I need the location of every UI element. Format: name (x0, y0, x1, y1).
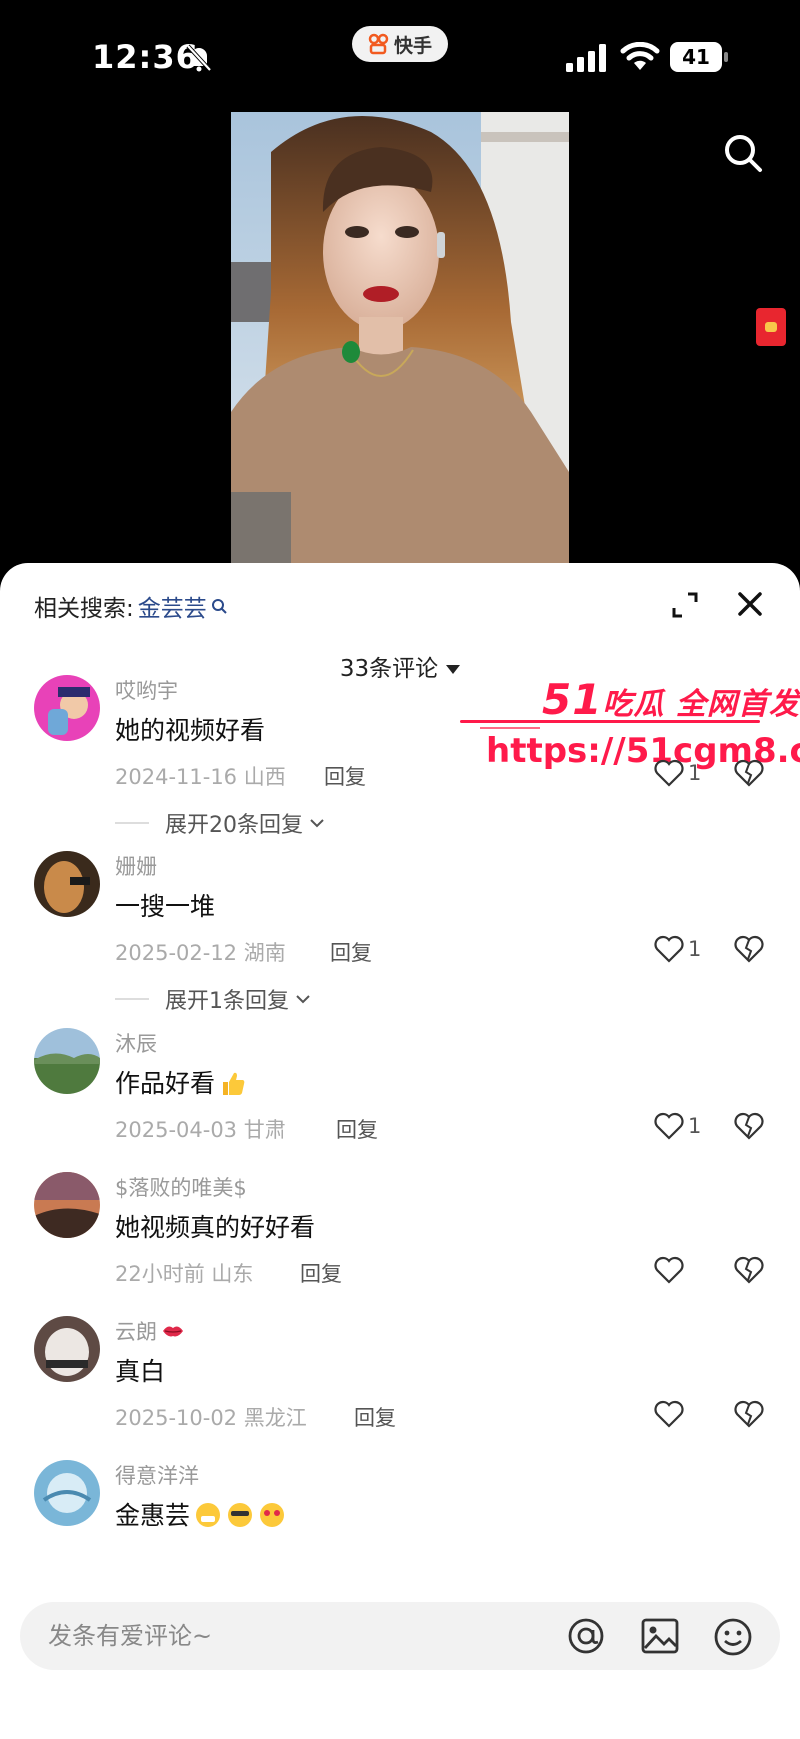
close-icon[interactable] (736, 590, 764, 618)
expand-replies-label: 展开20条回复 (165, 813, 303, 838)
avatar[interactable] (34, 851, 100, 917)
thumbs-up-emoji-icon (223, 1072, 245, 1095)
status-bar: 12:36 快手 41 (0, 0, 800, 110)
battery-level: 41 (670, 42, 722, 72)
search-icon[interactable] (722, 132, 764, 174)
search-icon (211, 599, 227, 614)
avatar[interactable] (34, 1028, 100, 1094)
heart-icon[interactable] (654, 759, 684, 787)
comment-username[interactable]: 姗姗 (115, 851, 157, 881)
broken-heart-icon[interactable] (734, 935, 764, 963)
like-count: 1 (688, 1114, 702, 1138)
battery-cap (724, 52, 728, 62)
comment-text: 一搜一堆 (115, 892, 216, 921)
comments-sheet: 相关搜索: 金芸芸 33条评论 51吃瓜 全网首发 https://51cgm8… (0, 563, 800, 1739)
comment-text-content: 金惠芸 (115, 1501, 191, 1530)
battery-indicator: 41 (670, 42, 728, 72)
comment-text: 作品好看 (115, 1064, 247, 1100)
comment-text: 金惠芸 (115, 1496, 286, 1532)
broken-heart-icon[interactable] (734, 759, 764, 787)
comment-text: 真白 (115, 1357, 166, 1386)
reply-button[interactable]: 回复 (336, 1114, 378, 1144)
app-name: 快手 (393, 34, 432, 57)
reply-button[interactable]: 回复 (324, 761, 366, 791)
like-count: 1 (688, 937, 702, 961)
comment-meta: 2025-02-12 湖南 (115, 941, 286, 965)
chevron-down-icon (310, 819, 324, 828)
video-frame-image (231, 112, 569, 565)
comment-text: 她视频真的好好看 (115, 1213, 316, 1242)
heart-icon[interactable] (654, 1256, 684, 1284)
bell-muted-icon (186, 44, 212, 72)
lips-emoji-icon (163, 1326, 183, 1337)
comment-meta: 22小时前 山东 (115, 1262, 254, 1286)
comment-username-text: 云朗 (115, 1320, 157, 1344)
heart-icon[interactable] (654, 1400, 684, 1428)
comment-username[interactable]: 得意洋洋 (115, 1460, 199, 1490)
broken-heart-icon[interactable] (734, 1112, 764, 1140)
comment-input[interactable] (48, 1602, 528, 1670)
wifi-icon (620, 42, 660, 70)
image-icon[interactable] (640, 1616, 680, 1656)
comment-username[interactable]: 哎哟宇 (115, 675, 178, 705)
heart-eyes-emoji-icon (260, 1503, 285, 1527)
comment-input-bar (20, 1602, 780, 1670)
avatar[interactable] (34, 1460, 100, 1526)
comment-text: 她的视频好看 (115, 716, 266, 745)
comment-username[interactable]: 沐辰 (115, 1028, 157, 1058)
expand-replies-label: 展开1条回复 (165, 989, 289, 1014)
watermark-brand: 51吃瓜 全网首发 (542, 675, 800, 724)
red-packet-icon[interactable] (756, 308, 786, 346)
related-search-prefix: 相关搜索: (34, 596, 134, 622)
avatar[interactable] (34, 675, 100, 741)
cellular-signal-icon (566, 44, 606, 72)
comment-username[interactable]: $落败的唯美$ (115, 1172, 247, 1202)
divider (115, 998, 149, 1000)
emoji-icon[interactable] (712, 1616, 754, 1658)
comment-meta: 2025-04-03 甘肃 (115, 1118, 286, 1142)
grin-emoji-icon (196, 1503, 221, 1527)
broken-heart-icon[interactable] (734, 1400, 764, 1428)
at-icon[interactable] (566, 1616, 606, 1656)
reply-button[interactable]: 回复 (300, 1258, 342, 1288)
comment-count: 33条评论 (339, 656, 439, 682)
watermark-line (480, 727, 540, 729)
kuaishou-logo-icon (368, 33, 389, 55)
related-search[interactable]: 相关搜索: 金芸芸 (34, 589, 227, 623)
dropdown-caret-icon (446, 665, 461, 674)
comment-item: 得意洋洋 金惠芸 (0, 1426, 800, 1596)
comment-meta: 2024-11-16 山西 (115, 765, 286, 789)
heart-icon[interactable] (654, 935, 684, 963)
comment-text-content: 作品好看 (115, 1069, 216, 1098)
like-count: 1 (688, 761, 702, 785)
broken-heart-icon[interactable] (734, 1256, 764, 1284)
expand-replies-button[interactable]: 展开20条回复 (115, 807, 325, 839)
divider (115, 822, 149, 824)
sunglasses-emoji-icon (228, 1503, 253, 1527)
reply-button[interactable]: 回复 (330, 937, 372, 967)
clock: 12:36 (92, 38, 199, 76)
comment-username[interactable]: 云朗 (115, 1316, 185, 1346)
chevron-down-icon (296, 995, 310, 1004)
avatar[interactable] (34, 1316, 100, 1382)
expand-replies-button[interactable]: 展开1条回复 (115, 983, 311, 1015)
video-player[interactable] (231, 112, 569, 565)
expand-icon[interactable] (670, 590, 700, 620)
app-indicator[interactable]: 快手 (352, 26, 448, 62)
avatar[interactable] (34, 1172, 100, 1238)
related-search-link[interactable]: 金芸芸 (138, 589, 207, 623)
heart-icon[interactable] (654, 1112, 684, 1140)
